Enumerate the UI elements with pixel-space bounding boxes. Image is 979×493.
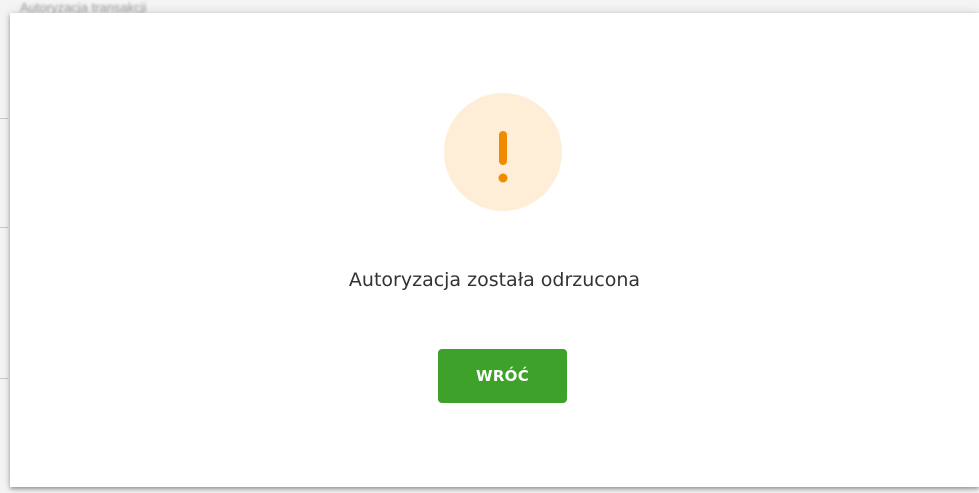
background-divider [0, 118, 8, 119]
authorization-result-dialog: Autoryzacja została odrzucona WRÓĆ [10, 13, 979, 487]
dialog-message: Autoryzacja została odrzucona [348, 269, 641, 291]
exclamation-icon [498, 131, 508, 183]
background-divider [0, 227, 8, 228]
background-divider [0, 378, 8, 379]
warning-icon-badge [444, 93, 562, 211]
back-button[interactable]: WRÓĆ [438, 349, 567, 403]
